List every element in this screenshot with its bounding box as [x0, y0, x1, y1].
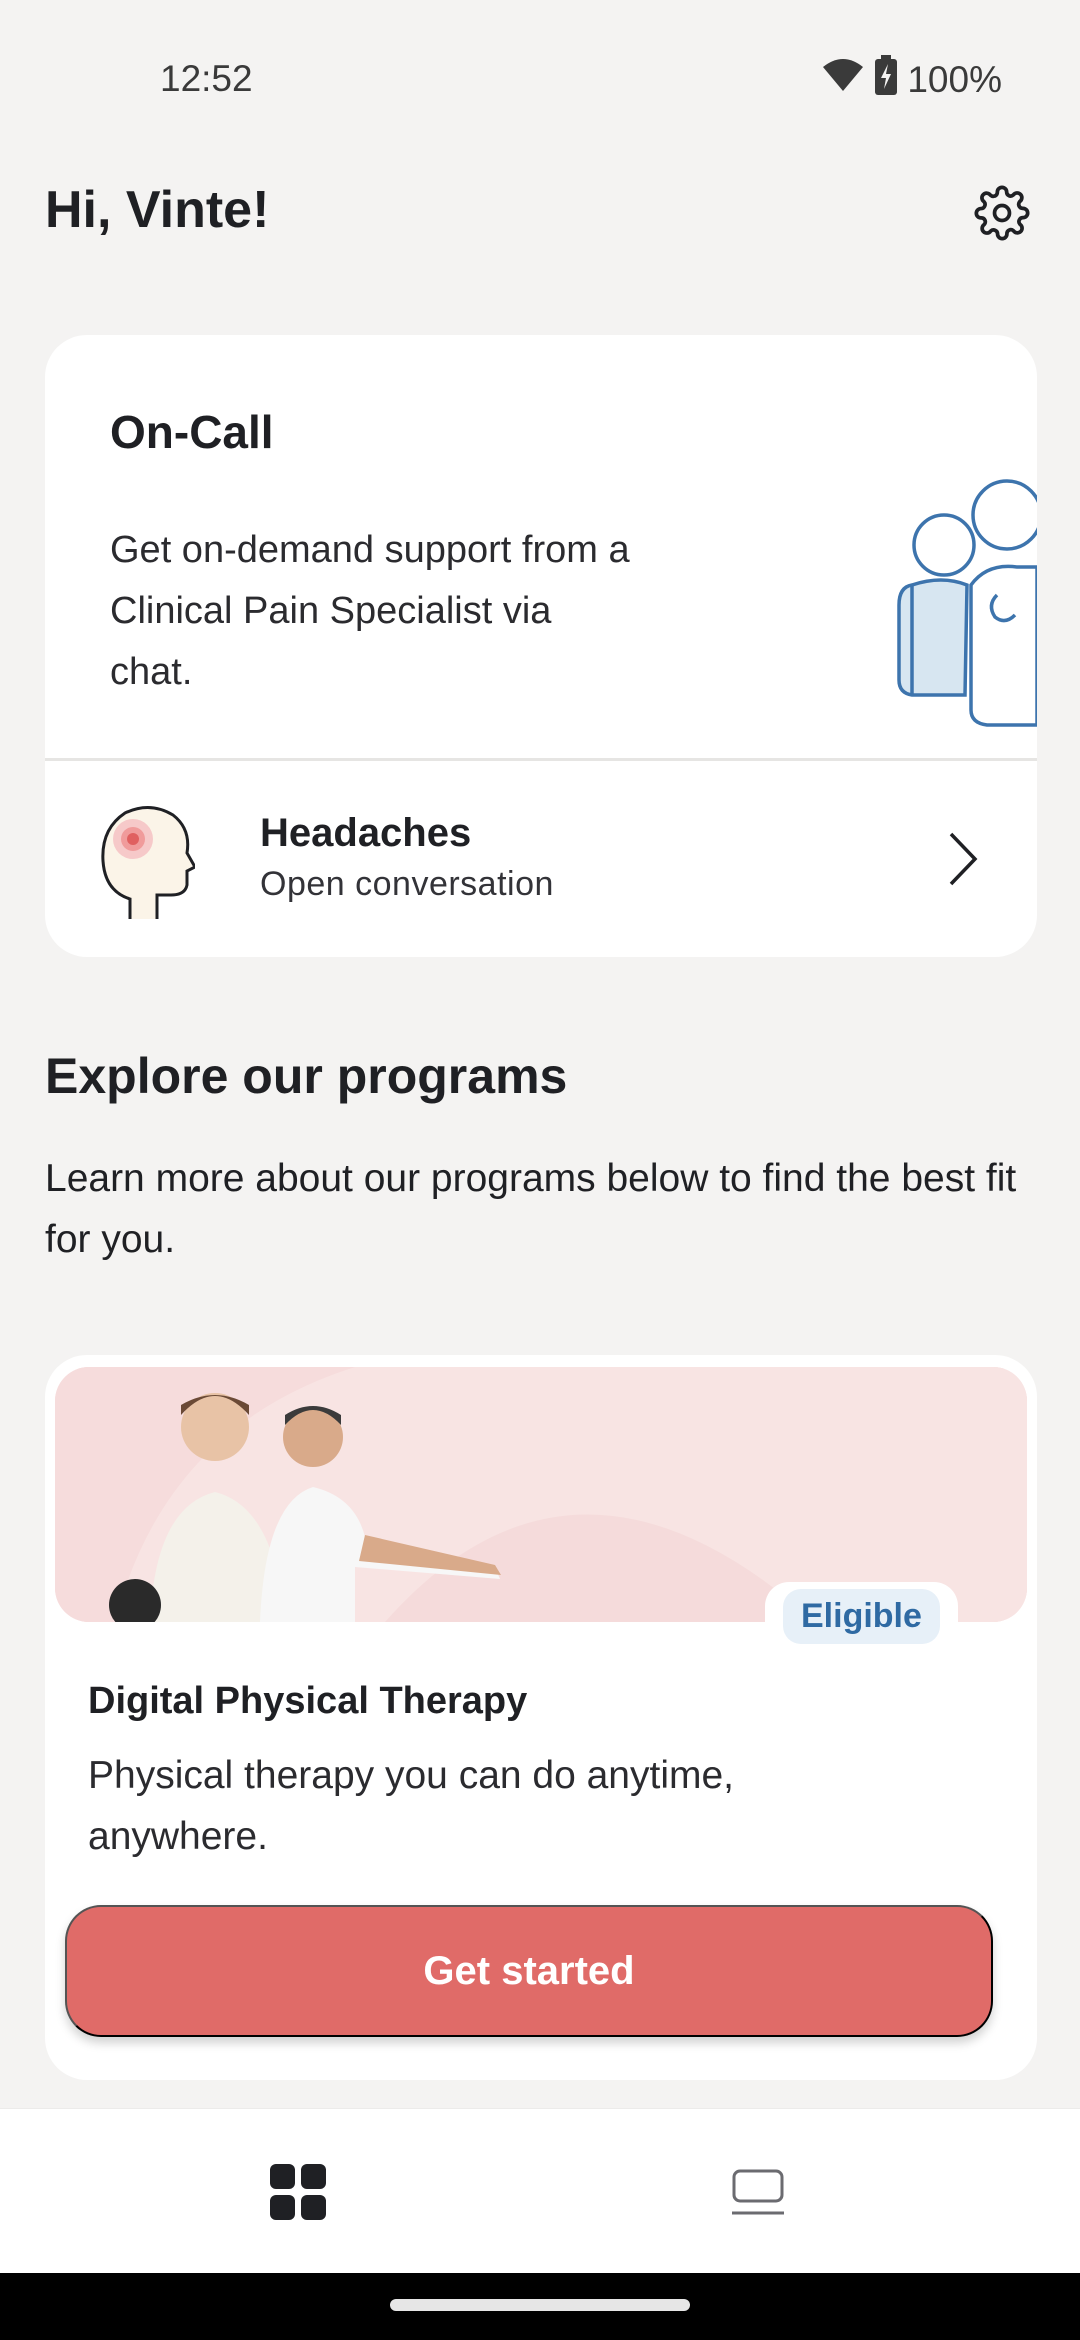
conversation-status: Open conversation — [260, 865, 554, 903]
greeting-title: Hi, Vinte! — [45, 181, 270, 239]
explore-title: Explore our programs — [45, 1048, 568, 1104]
wifi-icon — [821, 57, 865, 102]
nav-home-tab[interactable] — [270, 2164, 346, 2240]
device-icon — [732, 2169, 784, 2215]
explore-description: Learn more about our programs below to f… — [45, 1157, 1017, 1261]
home-gesture-handle[interactable] — [390, 2299, 690, 2311]
program-description: Physical therapy you can do anytime, any… — [88, 1754, 735, 1858]
head-pain-icon — [101, 806, 195, 919]
nav-devices-tab[interactable] — [730, 2167, 810, 2237]
program-title: Digital Physical Therapy — [88, 1680, 528, 1722]
status-bar: 12:52 100% — [0, 0, 1080, 165]
on-call-description: Get on-demand support from a Clinical Pa… — [110, 529, 630, 693]
chevron-right-icon — [949, 832, 978, 886]
battery-percentage: 100% — [907, 58, 1002, 100]
gesture-navigation-area — [0, 2273, 1080, 2340]
eligible-badge-label: Eligible — [783, 1588, 940, 1644]
settings-button[interactable] — [972, 183, 1032, 243]
status-time: 12:52 — [160, 58, 253, 99]
battery-charging-icon — [875, 55, 898, 104]
grid-icon — [270, 2164, 326, 2220]
conversation-title: Headaches — [260, 811, 472, 855]
on-call-card[interactable]: On-Call Get on-demand support from a Cli… — [45, 335, 1037, 957]
get-started-button[interactable]: Get started — [65, 1905, 993, 2037]
specialists-illustration — [897, 479, 1037, 727]
bottom-navigation — [0, 2108, 1080, 2273]
gear-icon — [974, 185, 1030, 241]
program-card[interactable]: Eligible Digital Physical Therapy Physic… — [45, 1355, 1037, 2080]
conversation-row[interactable]: Headaches Open conversation — [45, 761, 1037, 957]
eligible-badge: Eligible — [765, 1582, 958, 1650]
on-call-title: On-Call — [110, 406, 274, 458]
status-icons: 100% — [821, 55, 1002, 104]
